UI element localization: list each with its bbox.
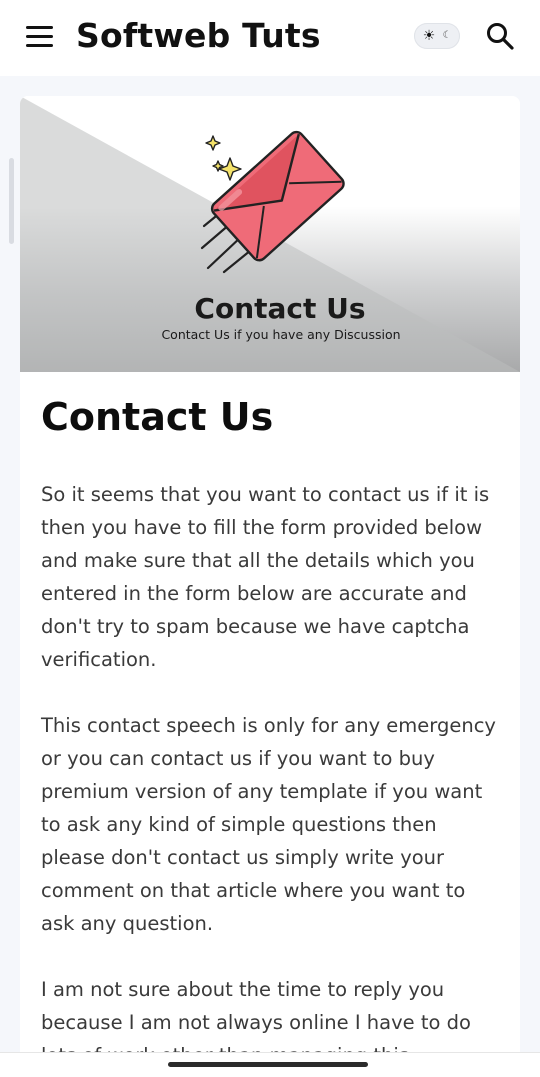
search-icon[interactable] <box>484 20 516 52</box>
top-app-bar: Softweb Tuts ☀ ☾ <box>0 0 540 76</box>
envelope-icon <box>200 130 345 274</box>
article-paragraph: So it seems that you want to contact us … <box>41 483 490 671</box>
home-indicator[interactable] <box>168 1062 368 1067</box>
hero-subtitle: Contact Us if you have any Discussion <box>161 327 401 342</box>
moon-icon: ☾ <box>442 30 452 41</box>
page-title: Contact Us <box>41 395 274 439</box>
article-card: Contact Us Contact Us if you have any Di… <box>20 96 520 1076</box>
theme-toggle[interactable]: ☀ ☾ <box>414 23 460 49</box>
scroll-indicator[interactable] <box>9 158 14 244</box>
hero-banner: Contact Us Contact Us if you have any Di… <box>20 96 520 372</box>
hero-title: Contact Us <box>194 292 366 325</box>
site-title[interactable]: Softweb Tuts <box>76 14 321 58</box>
sun-icon: ☀ <box>422 28 436 44</box>
article-paragraph: This contact speech is only for any emer… <box>41 714 496 935</box>
hamburger-menu-icon[interactable] <box>26 26 54 48</box>
